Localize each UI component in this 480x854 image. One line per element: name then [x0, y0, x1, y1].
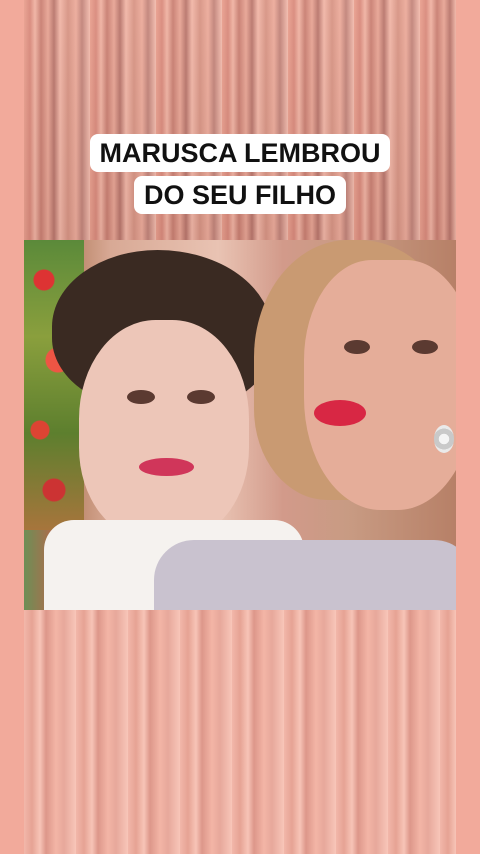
- face-left: [79, 320, 249, 540]
- face-right: [304, 260, 456, 510]
- video-still: [24, 240, 456, 610]
- eye-right: [412, 340, 438, 354]
- eye-left: [344, 340, 370, 354]
- caption-line-1: MARUSCA LEMBROU: [89, 134, 391, 172]
- eye-left: [127, 390, 155, 404]
- lips-right: [314, 400, 366, 426]
- shirt-right: [154, 540, 456, 610]
- woman-right: [154, 240, 456, 610]
- eye-right: [187, 390, 215, 404]
- lips-left: [139, 458, 194, 476]
- caption-line-2: DO SEU FILHO: [133, 176, 346, 214]
- earring: [434, 425, 454, 453]
- caption: MARUSCA LEMBROU DO SEU FILHO: [0, 132, 480, 216]
- streaked-background-bottom: [24, 610, 456, 854]
